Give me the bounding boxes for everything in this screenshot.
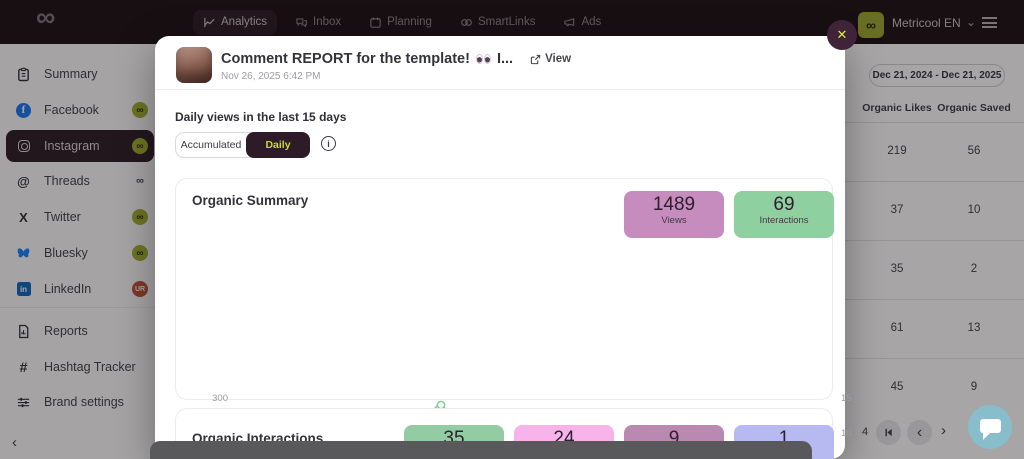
stat-label: Views xyxy=(624,215,724,226)
post-thumbnail xyxy=(176,47,212,83)
view-mode-toggle: Accumulated Daily xyxy=(175,132,309,158)
view-post-link[interactable]: View xyxy=(530,53,571,65)
chat-support-button[interactable] xyxy=(968,405,1012,449)
toggle-daily[interactable]: Daily xyxy=(246,132,310,158)
svg-text:300: 300 xyxy=(212,393,228,404)
svg-text:10: 10 xyxy=(841,428,852,439)
info-icon[interactable]: i xyxy=(321,136,336,151)
external-link-icon xyxy=(530,54,541,65)
card-title: Organic Summary xyxy=(192,193,308,208)
stat-box: 69Interactions xyxy=(734,191,834,238)
toggle-accumulated[interactable]: Accumulated xyxy=(176,133,246,157)
stat-label: Interactions xyxy=(734,215,834,226)
horizontal-scrollbar[interactable] xyxy=(150,441,812,459)
section-label: Daily views in the last 15 days xyxy=(175,110,346,124)
stat-value: 69 xyxy=(734,194,834,216)
post-report-modal: Comment REPORT for the template! I... Vi… xyxy=(155,36,845,459)
divider xyxy=(155,89,845,90)
stat-box: 1489Views xyxy=(624,191,724,238)
modal-title: Comment REPORT for the template! xyxy=(221,51,470,67)
app-root: ∞ AnalyticsInboxPlanningSmartLinksAds ∞ … xyxy=(0,0,1024,459)
svg-text:15: 15 xyxy=(841,393,852,404)
organic-summary-card: Organic Summary 1489Views69Interactions … xyxy=(175,178,833,400)
eyes-emoji xyxy=(476,54,491,64)
modal-title-suffix: I... xyxy=(497,51,513,67)
view-label: View xyxy=(545,53,571,65)
chat-bubble-icon xyxy=(980,419,1001,433)
close-icon[interactable]: ✕ xyxy=(827,20,857,50)
post-timestamp: Nov 26, 2025 6:42 PM xyxy=(221,71,321,82)
stat-value: 1489 xyxy=(624,194,724,216)
